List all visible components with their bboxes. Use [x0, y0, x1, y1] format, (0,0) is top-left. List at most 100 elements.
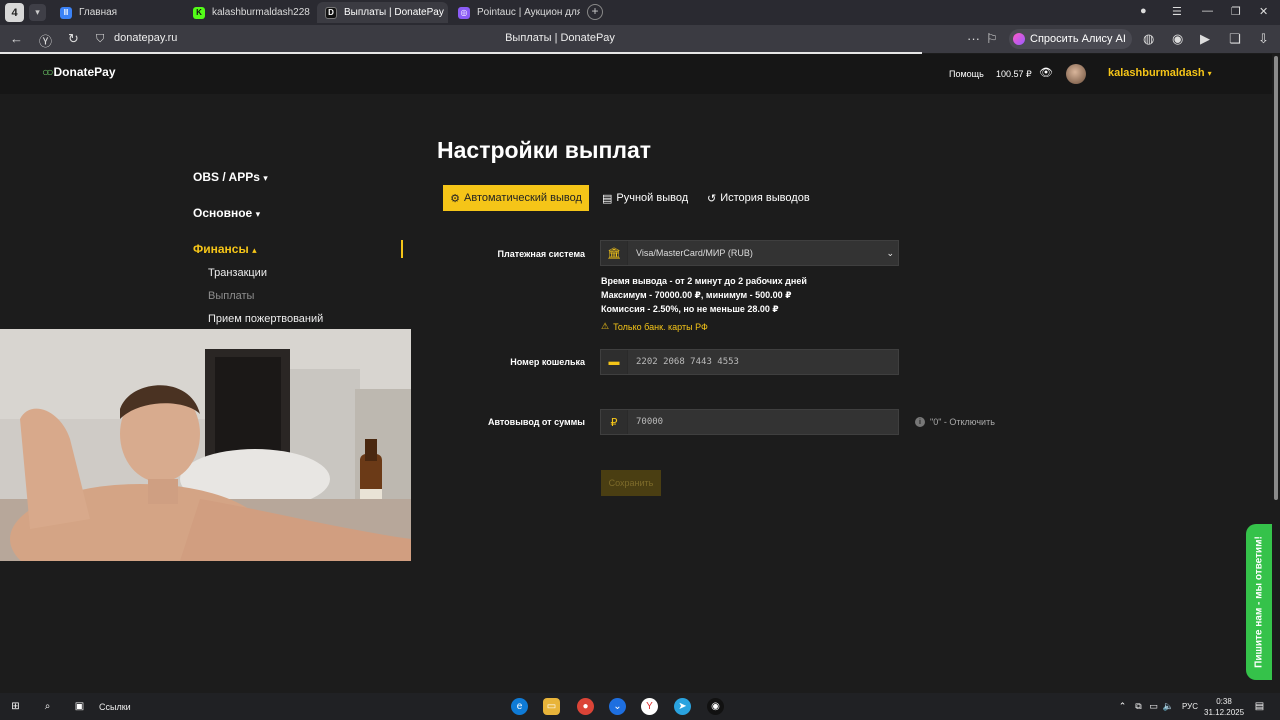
card-icon: ▬: [601, 350, 628, 374]
logo[interactable]: ○○ DonatePay: [42, 65, 116, 79]
browser-tab-pointauc[interactable]: ◎ Pointauc | Аукцион для ст: [450, 2, 580, 23]
info-commission: Комиссия - 2.50%, но не меньше 28.00 ₽: [601, 304, 779, 314]
info-icon: i: [915, 417, 925, 427]
browser-tab-payouts[interactable]: D Выплаты | DonatePay ✕: [317, 2, 448, 23]
username: kalashburmaldash: [1108, 67, 1205, 79]
taskbar: ⊞ ⌕ ▣ Ссылки e ▭ ● ⌄ Y ➤ ◉ ⌃ ⧉ ▭ 🔈 РУС 0…: [0, 693, 1280, 720]
sidebar-item-transactions[interactable]: Транзакции: [208, 267, 267, 279]
ruble-icon: ₽: [601, 410, 628, 434]
folder-icon[interactable]: ▭: [543, 698, 560, 715]
profile-icon[interactable]: ●: [1140, 5, 1147, 17]
payment-system-select[interactable]: 🏛 Visa/MasterCard/МИР (RUB) ⌄: [600, 240, 899, 266]
translate-icon[interactable]: ◍: [1143, 31, 1154, 47]
taskbar-links[interactable]: Ссылки: [99, 702, 131, 712]
media-icon[interactable]: ▶: [1200, 31, 1210, 47]
donatepay-icon: D: [325, 6, 337, 19]
payment-system-value: Visa/MasterCard/МИР (RUB): [636, 248, 753, 258]
info-withdraw-time: Время вывода - от 2 минут до 2 рабочих д…: [601, 276, 807, 286]
logo-text: DonatePay: [53, 65, 116, 79]
warning-text: Только банк. карты РФ: [613, 321, 708, 332]
tab-withdraw-history[interactable]: ↺ История выводов: [707, 185, 810, 211]
page-title: Настройки выплат: [437, 137, 652, 163]
chrome-icon[interactable]: ●: [577, 698, 594, 715]
edge-icon[interactable]: e: [511, 698, 528, 715]
downloads-icon[interactable]: ⇩: [1258, 31, 1269, 47]
sidebar-item-basic[interactable]: Основное ▾: [193, 206, 260, 220]
site-header: ○○ DonatePay Помощь 100.57 ₽ 👁 kalashbur…: [0, 54, 1272, 94]
telegram-icon[interactable]: ➤: [674, 698, 691, 715]
alice-label: Спросить Алису AI: [1030, 33, 1126, 45]
minimize-icon[interactable]: —: [1202, 5, 1213, 17]
clock-time: 0:38: [1216, 697, 1232, 706]
tab-counter[interactable]: 4: [5, 3, 24, 22]
auto-withdraw-value: 70000: [636, 417, 664, 427]
chat-widget-label: Пишите нам - мы ответим!: [1253, 536, 1265, 668]
alice-icon: [1013, 33, 1025, 45]
tab-label: Автоматический вывод: [464, 192, 582, 204]
auto-withdraw-hint: i "0" - Отключить: [915, 417, 995, 427]
yandex-browser-icon[interactable]: Y: [641, 698, 658, 715]
tab-title: Pointauc | Аукцион для ст: [477, 7, 580, 18]
sidebar-item-label: Финансы: [193, 242, 249, 256]
page-scrollbar[interactable]: [1272, 54, 1280, 693]
save-button[interactable]: Сохранить: [601, 470, 661, 496]
obs-icon[interactable]: ◉: [707, 698, 724, 715]
menu-icon[interactable]: ☰: [1172, 5, 1182, 18]
tab-label: Ручной вывод: [616, 192, 689, 204]
extension-icon[interactable]: ◉: [1172, 31, 1183, 47]
browser-tab-home[interactable]: II Главная: [52, 2, 182, 23]
pause-icon: II: [60, 6, 72, 19]
chevron-down-icon: ▾: [1207, 69, 1212, 78]
browser-tab-bar: 4 ▾ II Главная K kalashburmaldash228 Str…: [0, 0, 1280, 25]
clock[interactable]: 0:38 31.12.2025: [1204, 696, 1244, 718]
volume-icon[interactable]: 🔈: [1160, 698, 1177, 715]
language-indicator[interactable]: РУС: [1182, 702, 1198, 711]
more-icon[interactable]: ···: [967, 31, 980, 46]
windows-start-icon[interactable]: ⊞: [7, 698, 24, 715]
chevron-up-icon[interactable]: ⌃: [1114, 698, 1131, 715]
sidebar-item-obs-apps[interactable]: OBS / APPs ▾: [193, 170, 268, 184]
new-tab-button[interactable]: +: [587, 4, 603, 20]
user-menu[interactable]: kalashburmaldash ▾: [1108, 67, 1212, 79]
eye-icon[interactable]: 👁: [1039, 66, 1053, 79]
warning-icon: ⚠: [601, 321, 610, 331]
browser-tab-stream[interactable]: K kalashburmaldash228 Stre: [185, 2, 313, 23]
notifications-icon[interactable]: ▤: [1251, 698, 1268, 715]
download-app-icon[interactable]: ⌄: [609, 698, 626, 715]
chevron-down-icon: ▾: [255, 209, 261, 219]
tab-title: Выплаты | DonatePay: [344, 7, 444, 18]
alice-button[interactable]: Спросить Алису AI: [1009, 29, 1132, 49]
sidebar-item-finance[interactable]: Финансы ▴: [193, 242, 257, 256]
chevron-down-icon: ▾: [263, 173, 268, 183]
page-title-bar: Выплаты | DonatePay: [505, 32, 615, 44]
search-icon[interactable]: ⌕: [39, 698, 56, 715]
chevron-down-icon[interactable]: ▾: [29, 4, 46, 21]
tab-label: История выводов: [720, 192, 810, 204]
chevron-up-icon: ▴: [252, 245, 257, 255]
scroll-thumb[interactable]: [1274, 56, 1278, 500]
task-view-icon[interactable]: ▣: [71, 698, 88, 715]
logo-icon: ○○: [42, 65, 53, 79]
auto-withdraw-label: Автовывод от суммы: [487, 417, 585, 427]
wallet-label: Номер кошелька: [510, 357, 585, 367]
tab-manual-withdraw[interactable]: ▤ Ручной вывод: [602, 185, 688, 211]
tab-auto-withdraw[interactable]: ⚙ Автоматический вывод: [443, 185, 589, 211]
wallet-input[interactable]: ▬ 2202 2068 7443 4553: [600, 349, 899, 375]
address-bar: ← Ⓨ ↻ ⛉ donatepay.ru Выплаты | DonatePay…: [0, 25, 1280, 53]
sidebar-item-payouts[interactable]: Выплаты: [208, 290, 254, 302]
help-link[interactable]: Помощь: [949, 69, 984, 79]
gear-icon: ⚙: [450, 192, 460, 205]
pointauc-icon: ◎: [458, 6, 470, 19]
collections-icon[interactable]: ❏: [1229, 31, 1241, 47]
payment-system-label: Платежная система: [497, 249, 585, 259]
avatar[interactable]: [1066, 64, 1086, 84]
bank-icon: 🏛: [601, 241, 628, 265]
close-window-icon[interactable]: ✕: [1259, 5, 1268, 18]
bookmark-icon[interactable]: ⚐: [986, 31, 998, 47]
sidebar-item-donations[interactable]: Прием пожертвований: [208, 313, 323, 325]
restore-icon[interactable]: ❐: [1231, 5, 1241, 18]
hint-text: "0" - Отключить: [930, 417, 995, 427]
clock-date: 31.12.2025: [1204, 708, 1245, 717]
tab-title: kalashburmaldash228 Stre: [212, 7, 313, 18]
auto-withdraw-input[interactable]: ₽ 70000: [600, 409, 899, 435]
